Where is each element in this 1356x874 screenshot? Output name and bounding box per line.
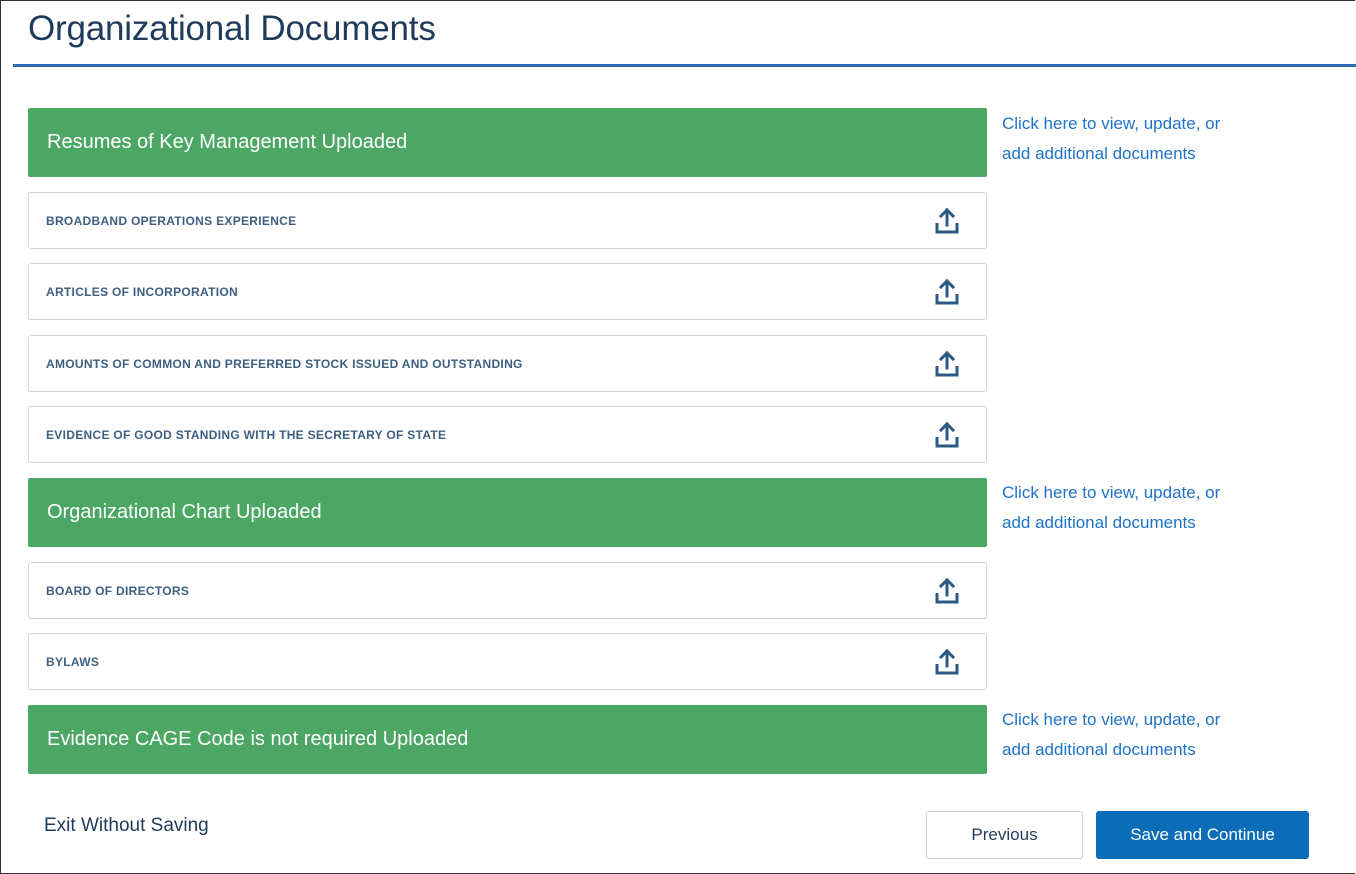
section-label: Evidence CAGE Code is not required Uploa… [47, 728, 469, 750]
upload-button[interactable] [932, 277, 962, 307]
page-title: Organizational Documents [28, 9, 436, 48]
upload-button[interactable] [932, 349, 962, 379]
section-cage-code-uploaded: Evidence CAGE Code is not required Uploa… [28, 705, 987, 774]
exit-without-saving-link[interactable]: Exit Without Saving [44, 815, 209, 837]
view-update-documents-link[interactable]: Click here to view, update, or add addit… [1002, 705, 1302, 765]
upload-icon [935, 421, 959, 448]
link-line: Click here to view, update, or [1002, 114, 1221, 133]
upload-icon [935, 278, 959, 305]
link-line: add additional documents [1002, 740, 1196, 759]
upload-button[interactable] [932, 206, 962, 236]
upload-button[interactable] [932, 420, 962, 450]
title-divider [13, 64, 1356, 67]
document-row-bylaws: BYLAWS [28, 633, 987, 690]
document-label: AMOUNTS OF COMMON AND PREFERRED STOCK IS… [46, 356, 523, 371]
link-line: Click here to view, update, or [1002, 710, 1221, 729]
view-update-documents-link[interactable]: Click here to view, update, or add addit… [1002, 109, 1302, 169]
upload-icon [935, 577, 959, 604]
previous-button[interactable]: Previous [926, 811, 1083, 859]
document-label: BROADBAND OPERATIONS EXPERIENCE [46, 213, 297, 228]
document-row-board-of-directors: BOARD OF DIRECTORS [28, 562, 987, 619]
document-row-stock-issued: AMOUNTS OF COMMON AND PREFERRED STOCK IS… [28, 335, 987, 392]
upload-button[interactable] [932, 576, 962, 606]
save-and-continue-button[interactable]: Save and Continue [1096, 811, 1309, 859]
view-update-documents-link[interactable]: Click here to view, update, or add addit… [1002, 478, 1302, 538]
section-label: Organizational Chart Uploaded [47, 501, 322, 523]
document-label: BOARD OF DIRECTORS [46, 583, 190, 598]
section-label: Resumes of Key Management Uploaded [47, 131, 408, 153]
document-row-articles-of-incorporation: ARTICLES OF INCORPORATION [28, 263, 987, 320]
document-row-good-standing: EVIDENCE OF GOOD STANDING WITH THE SECRE… [28, 406, 987, 463]
upload-icon [935, 207, 959, 234]
section-resumes-uploaded: Resumes of Key Management Uploaded [28, 108, 987, 177]
upload-icon [935, 350, 959, 377]
document-label: ARTICLES OF INCORPORATION [46, 284, 238, 299]
page-frame: Organizational Documents Resumes of Key … [0, 0, 1356, 874]
document-row-broadband-operations: BROADBAND OPERATIONS EXPERIENCE [28, 192, 987, 249]
upload-icon [935, 648, 959, 675]
document-label: BYLAWS [46, 654, 100, 669]
document-label: EVIDENCE OF GOOD STANDING WITH THE SECRE… [46, 427, 447, 442]
section-org-chart-uploaded: Organizational Chart Uploaded [28, 478, 987, 547]
upload-button[interactable] [932, 647, 962, 677]
link-line: Click here to view, update, or [1002, 483, 1221, 502]
link-line: add additional documents [1002, 144, 1196, 163]
link-line: add additional documents [1002, 513, 1196, 532]
